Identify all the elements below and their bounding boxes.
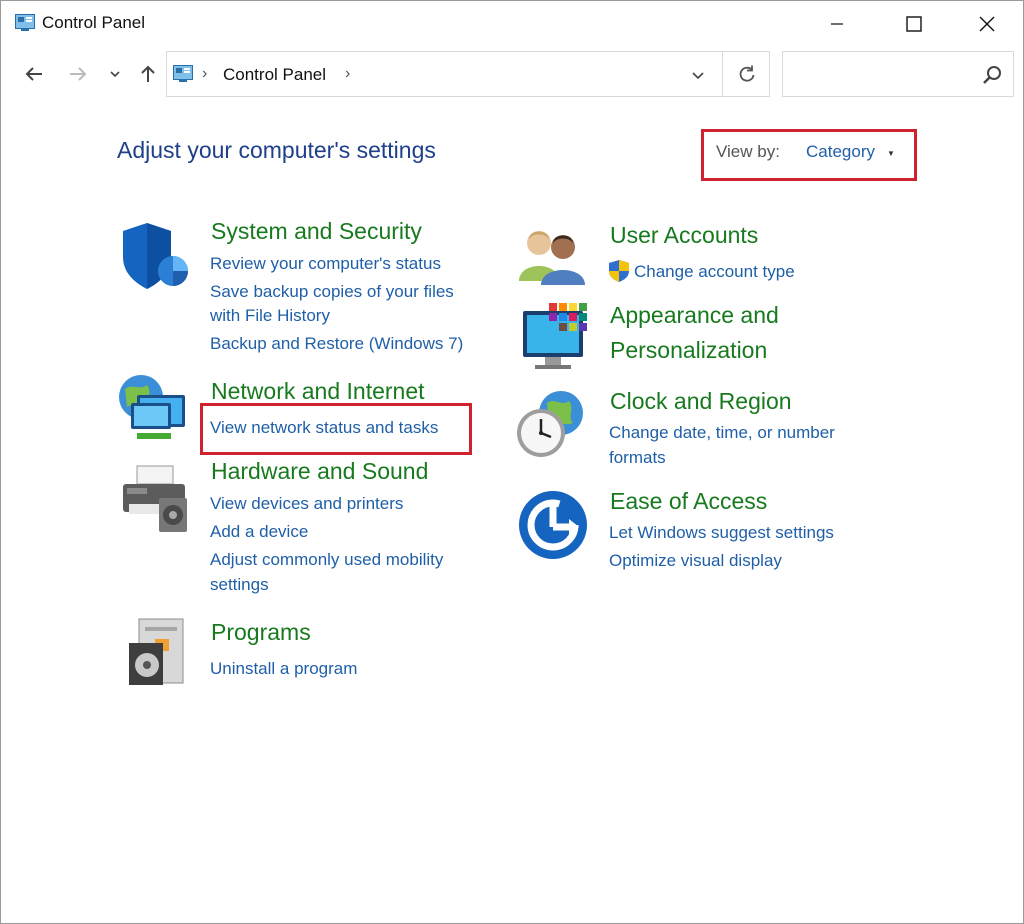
link-view-devices-and-printers[interactable]: View devices and printers <box>210 494 403 514</box>
minimize-icon <box>831 23 843 25</box>
control-panel-icon <box>15 14 35 31</box>
chevron-right-icon[interactable]: › <box>202 65 207 83</box>
users-icon[interactable] <box>517 223 589 295</box>
forward-button[interactable] <box>65 61 91 87</box>
printer-icon[interactable] <box>119 464 191 536</box>
recent-locations-button[interactable] <box>105 61 125 87</box>
category-programs[interactable]: Programs <box>211 619 311 646</box>
maximize-button[interactable] <box>878 1 950 47</box>
close-button[interactable] <box>951 1 1023 47</box>
category-appearance-and-personalization[interactable]: Appearance and <box>610 302 779 329</box>
link-change-account-type[interactable]: Change account type <box>634 262 795 282</box>
maximize-icon <box>906 16 922 32</box>
arrow-left-icon <box>25 67 42 81</box>
control-panel-window: Control Panel › Control Panel › Adjust y… <box>0 0 1024 924</box>
back-button[interactable] <box>21 61 47 87</box>
up-button[interactable] <box>135 61 161 87</box>
link-adjust-mobility-settings-cont[interactable]: settings <box>210 575 269 595</box>
network-icon[interactable] <box>117 373 189 445</box>
link-add-a-device[interactable]: Add a device <box>210 522 308 542</box>
link-view-network-status[interactable]: View network status and tasks <box>210 418 438 438</box>
category-user-accounts[interactable]: User Accounts <box>610 222 758 249</box>
chevron-down-icon <box>692 72 704 80</box>
chevron-right-icon[interactable]: › <box>345 65 350 83</box>
programs-icon[interactable] <box>125 617 197 689</box>
link-save-backup-copies-cont[interactable]: with File History <box>210 306 330 326</box>
link-save-backup-copies[interactable]: Save backup copies of your files <box>210 282 454 302</box>
refresh-button[interactable] <box>722 52 771 96</box>
category-hardware-and-sound[interactable]: Hardware and Sound <box>211 458 428 485</box>
view-by-dropdown[interactable]: Category <box>806 142 875 162</box>
link-change-date-time-number[interactable]: Change date, time, or number <box>609 423 835 443</box>
minimize-button[interactable] <box>801 1 873 47</box>
search-icon[interactable] <box>981 64 1003 86</box>
window-title: Control Panel <box>42 13 146 32</box>
caret-down-icon[interactable]: ▼ <box>887 149 895 158</box>
ease-of-access-icon[interactable] <box>517 489 589 561</box>
appearance-icon[interactable] <box>519 303 591 375</box>
page-title: Adjust your computer's settings <box>117 137 436 163</box>
breadcrumb[interactable]: Control Panel <box>223 65 326 85</box>
category-clock-and-region[interactable]: Clock and Region <box>610 388 792 415</box>
link-change-date-time-number-cont[interactable]: formats <box>609 448 666 468</box>
view-by-label: View by: <box>716 142 780 161</box>
category-system-and-security[interactable]: System and Security <box>211 218 422 245</box>
link-review-computer-status[interactable]: Review your computer's status <box>210 254 441 274</box>
uac-shield-icon <box>609 260 629 282</box>
category-network-and-internet[interactable]: Network and Internet <box>211 378 425 405</box>
refresh-icon <box>739 65 755 82</box>
shield-icon[interactable] <box>119 221 191 293</box>
control-panel-icon <box>173 65 193 82</box>
navigation-bar: › Control Panel › <box>1 49 1023 101</box>
title-bar: Control Panel <box>1 1 1023 47</box>
address-bar[interactable]: › Control Panel › <box>166 51 770 97</box>
link-backup-and-restore[interactable]: Backup and Restore (Windows 7) <box>210 334 463 354</box>
arrow-right-icon <box>70 67 87 81</box>
link-let-windows-suggest-settings[interactable]: Let Windows suggest settings <box>609 523 834 543</box>
address-dropdown-button[interactable] <box>687 64 709 86</box>
arrow-up-icon <box>141 65 155 82</box>
category-ease-of-access[interactable]: Ease of Access <box>610 488 767 515</box>
link-uninstall-a-program[interactable]: Uninstall a program <box>210 659 357 679</box>
clock-icon[interactable] <box>515 389 587 461</box>
search-input[interactable] <box>782 51 1014 97</box>
link-adjust-mobility-settings[interactable]: Adjust commonly used mobility <box>210 550 443 570</box>
close-icon <box>979 16 995 32</box>
category-appearance-and-personalization-cont[interactable]: Personalization <box>610 337 767 364</box>
link-optimize-visual-display[interactable]: Optimize visual display <box>609 551 782 571</box>
chevron-down-icon <box>110 71 120 78</box>
